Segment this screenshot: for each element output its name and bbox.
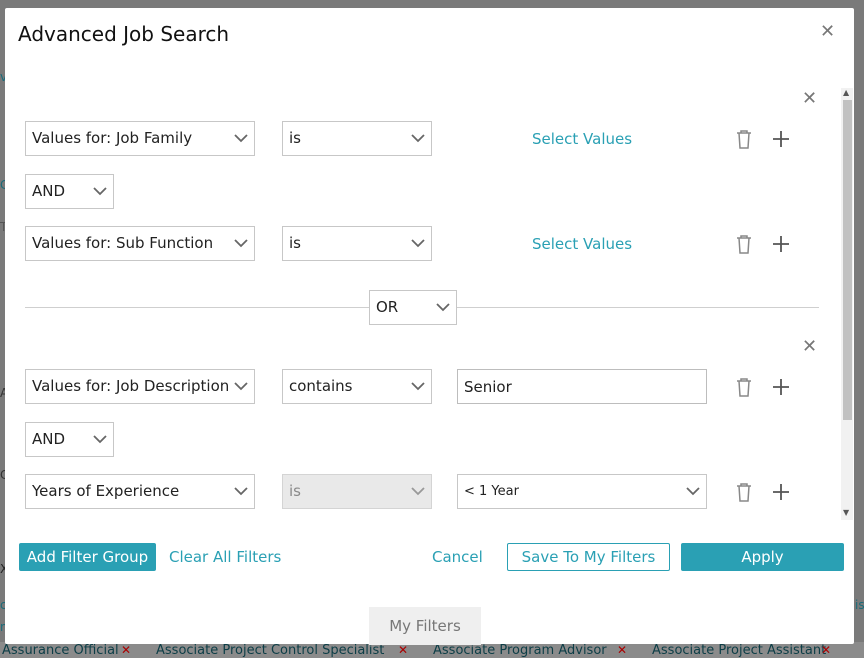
scroll-up-arrow[interactable]: ▲	[843, 88, 849, 97]
background-fragment: is	[855, 598, 864, 612]
field-select-value: Values for: Sub Function	[32, 234, 214, 252]
operator-select-value: is	[289, 129, 301, 147]
operator-select-value: contains	[289, 377, 353, 395]
my-filters-tab[interactable]: My Filters	[369, 607, 481, 645]
chevron-down-icon	[411, 487, 425, 496]
value-select-experience[interactable]: < 1 Year	[457, 474, 707, 509]
trash-icon[interactable]	[733, 128, 755, 150]
tag-label: Associate Project Control Specialist	[156, 643, 385, 658]
field-select-years-of-experience[interactable]: Years of Experience	[25, 474, 255, 509]
field-select-sub-function[interactable]: Values for: Sub Function	[25, 226, 255, 261]
tag-remove-icon[interactable]: ✕	[821, 643, 831, 657]
remove-group-close-icon[interactable]: ✕	[802, 338, 817, 356]
group-divider-left	[25, 307, 369, 308]
plus-icon[interactable]	[770, 233, 792, 255]
connector-select-and[interactable]: AND	[25, 174, 114, 209]
modal-title: Advanced Job Search	[18, 22, 230, 46]
group-connector-select-or[interactable]: OR	[369, 290, 457, 325]
value-select-value: < 1 Year	[464, 484, 519, 499]
chevron-down-icon	[411, 382, 425, 391]
tag-remove-icon[interactable]: ✕	[617, 643, 627, 657]
group-connector-value: OR	[376, 298, 399, 316]
operator-select-value: is	[289, 482, 301, 500]
connector-select-value: AND	[32, 182, 66, 200]
operator-select[interactable]: is	[282, 226, 432, 261]
save-to-my-filters-button[interactable]: Save To My Filters	[507, 543, 670, 571]
tag-label: Assurance Official	[2, 643, 119, 658]
operator-select[interactable]: contains	[282, 369, 432, 404]
chevron-down-icon	[686, 487, 700, 496]
operator-select[interactable]: is	[282, 121, 432, 156]
plus-icon[interactable]	[770, 128, 792, 150]
trash-icon[interactable]	[733, 376, 755, 398]
chevron-down-icon	[234, 239, 248, 248]
field-select-value: Years of Experience	[32, 482, 180, 500]
trash-icon[interactable]	[733, 233, 755, 255]
field-select-value: Values for: Job Family	[32, 129, 193, 147]
select-values-link[interactable]: Select Values	[532, 235, 632, 253]
connector-select-and[interactable]: AND	[25, 422, 114, 457]
select-values-link[interactable]: Select Values	[532, 130, 632, 148]
close-icon[interactable]: ✕	[820, 23, 835, 41]
chevron-down-icon	[93, 435, 107, 444]
trash-icon[interactable]	[733, 481, 755, 503]
tag-remove-icon[interactable]: ✕	[121, 643, 131, 657]
chevron-down-icon	[234, 487, 248, 496]
chevron-down-icon	[93, 187, 107, 196]
clear-all-filters-link[interactable]: Clear All Filters	[169, 548, 281, 566]
operator-select-value: is	[289, 234, 301, 252]
field-select-job-description[interactable]: Values for: Job Description	[25, 369, 255, 404]
add-filter-group-button[interactable]: Add Filter Group	[19, 543, 156, 571]
scrollbar-thumb[interactable]	[843, 100, 852, 420]
cancel-link[interactable]: Cancel	[432, 548, 483, 566]
field-select-value: Values for: Job Description	[32, 377, 230, 395]
chevron-down-icon	[436, 303, 450, 312]
group-divider-right	[457, 307, 819, 308]
field-select-job-family[interactable]: Values for: Job Family	[25, 121, 255, 156]
advanced-search-modal: Advanced Job Search ✕ ▲ ▼ ✕ Values for: …	[5, 8, 854, 644]
tag-remove-icon[interactable]: ✕	[398, 643, 408, 657]
chevron-down-icon	[234, 382, 248, 391]
plus-icon[interactable]	[770, 376, 792, 398]
operator-select-disabled: is	[282, 474, 432, 509]
chevron-down-icon	[411, 239, 425, 248]
tag-label: Associate Project Assistant	[652, 643, 827, 658]
connector-select-value: AND	[32, 430, 66, 448]
tag-label: Associate Program Advisor	[433, 643, 607, 658]
chevron-down-icon	[411, 134, 425, 143]
scroll-down-arrow[interactable]: ▼	[843, 508, 849, 517]
plus-icon[interactable]	[770, 481, 792, 503]
remove-group-close-icon[interactable]: ✕	[802, 90, 817, 108]
apply-button[interactable]: Apply	[681, 543, 844, 571]
chevron-down-icon	[234, 134, 248, 143]
value-text-input[interactable]	[457, 369, 707, 404]
